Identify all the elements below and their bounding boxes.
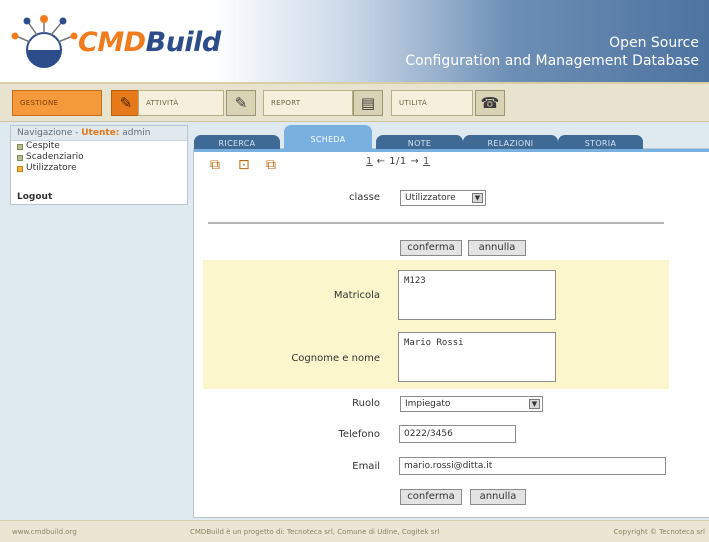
new-card-icon[interactable]: ⧉ [210, 157, 220, 173]
tab-strip [194, 149, 709, 152]
matricola-label: Matricola [333, 290, 380, 301]
pencil-icon[interactable]: ✎ [111, 90, 141, 116]
report-icon[interactable]: ▤ [353, 90, 383, 116]
tree-item-scadenziario[interactable]: Scadenziario [11, 152, 187, 163]
footer-copyright: Copyright © Tecnoteca srl [613, 528, 706, 536]
ruolo-select[interactable]: Impiegato ▼ [400, 396, 543, 412]
confirm-button-bottom[interactable]: conferma [400, 489, 462, 505]
page-footer: www.cmdbuild.org CMDBuild è un progetto … [0, 520, 709, 542]
pager-prev-link[interactable]: ← [377, 156, 386, 167]
email-field[interactable]: mario.rossi@ditta.it [399, 457, 666, 475]
telephone-icon[interactable]: ☎ [475, 90, 505, 116]
tree-selected-icon[interactable] [17, 165, 23, 172]
tree-expand-icon[interactable] [17, 154, 23, 161]
pencil-icon[interactable]: ✎ [226, 90, 256, 116]
brand-part2: Build [145, 27, 222, 58]
pager-current: 1/1 [389, 156, 407, 167]
divider [208, 222, 664, 224]
navigation-header: Navigazione - Utente: admin [11, 126, 187, 141]
tree-item-label[interactable]: Scadenziario [26, 152, 84, 163]
main-menu-bar: GESTIONE ✎ ATTIVITÀ ✎ REPORT ▤ UTILITÀ ☎ [0, 82, 709, 122]
ruolo-label: Ruolo [352, 398, 380, 409]
user-name: admin [119, 128, 151, 138]
tagline-line2: Configuration and Management Database [405, 53, 699, 69]
tree-item-label[interactable]: Utilizzatore [26, 163, 77, 174]
navigation-panel: Navigazione - Utente: admin Cespite Scad… [10, 125, 188, 205]
menu-utilita-label[interactable]: UTILITÀ [391, 90, 473, 116]
tagline: Open Source Configuration and Management… [405, 34, 699, 70]
matricola-field[interactable]: M123 [398, 270, 556, 320]
chevron-down-icon[interactable]: ▼ [529, 399, 540, 409]
pager-first-link[interactable]: 1 [366, 156, 373, 167]
logout-link[interactable]: Logout [17, 192, 52, 202]
footer-website[interactable]: www.cmdbuild.org [12, 528, 77, 536]
main-panel: RICERCA NOTE RELAZIONI STORIA SCHEDA ⧉ ⊡… [193, 125, 709, 518]
app-header: CMDBuild Open Source Configuration and M… [0, 0, 709, 82]
classe-select-value: Utilizzatore [405, 193, 456, 203]
telefono-field[interactable]: 0222/3456 [399, 425, 516, 443]
chevron-down-icon[interactable]: ▼ [472, 193, 483, 203]
telefono-label: Telefono [338, 429, 380, 440]
edit-card-icon[interactable]: ⊡ [238, 157, 250, 173]
user-label: Utente: [81, 128, 120, 138]
clone-card-icon[interactable]: ⧉ [266, 157, 276, 173]
menu-report-label[interactable]: REPORT [263, 90, 353, 116]
cognome-nome-field[interactable]: Mario Rossi [398, 332, 556, 382]
tree-expand-icon[interactable] [17, 143, 23, 150]
cancel-button-bottom[interactable]: annulla [470, 489, 526, 505]
footer-project-credits: CMDBuild è un progetto di: Tecnoteca srl… [190, 528, 440, 536]
confirm-button-top[interactable]: conferma [400, 240, 462, 256]
menu-gestione-label[interactable]: GESTIONE [12, 90, 102, 116]
menu-attivita-label[interactable]: ATTIVITÀ [138, 90, 224, 116]
tagline-line1: Open Source [609, 35, 699, 51]
classe-select[interactable]: Utilizzatore ▼ [400, 190, 486, 206]
tab-scheda[interactable]: SCHEDA [284, 125, 372, 151]
cancel-button-top[interactable]: annulla [468, 240, 526, 256]
cmdbuild-logo-icon [11, 15, 78, 68]
tree-item-cespite[interactable]: Cespite [11, 141, 187, 152]
brand-part1: CMD [78, 27, 146, 58]
ruolo-select-value: Impiegato [405, 399, 451, 409]
brand-logotype: CMDBuild [78, 27, 221, 58]
navigation-title: Navigazione - [17, 128, 82, 138]
pager-next-link[interactable]: → [410, 156, 419, 167]
tree-item-utilizzatore[interactable]: Utilizzatore [11, 163, 187, 174]
cognome-nome-label: Cognome e nome [291, 353, 380, 364]
classe-label: classe [349, 192, 380, 203]
pager: 1 ← 1/1 → 1 [366, 156, 430, 167]
pager-last-link[interactable]: 1 [423, 156, 430, 167]
email-label: Email [352, 461, 380, 472]
tree-item-label[interactable]: Cespite [26, 141, 60, 152]
